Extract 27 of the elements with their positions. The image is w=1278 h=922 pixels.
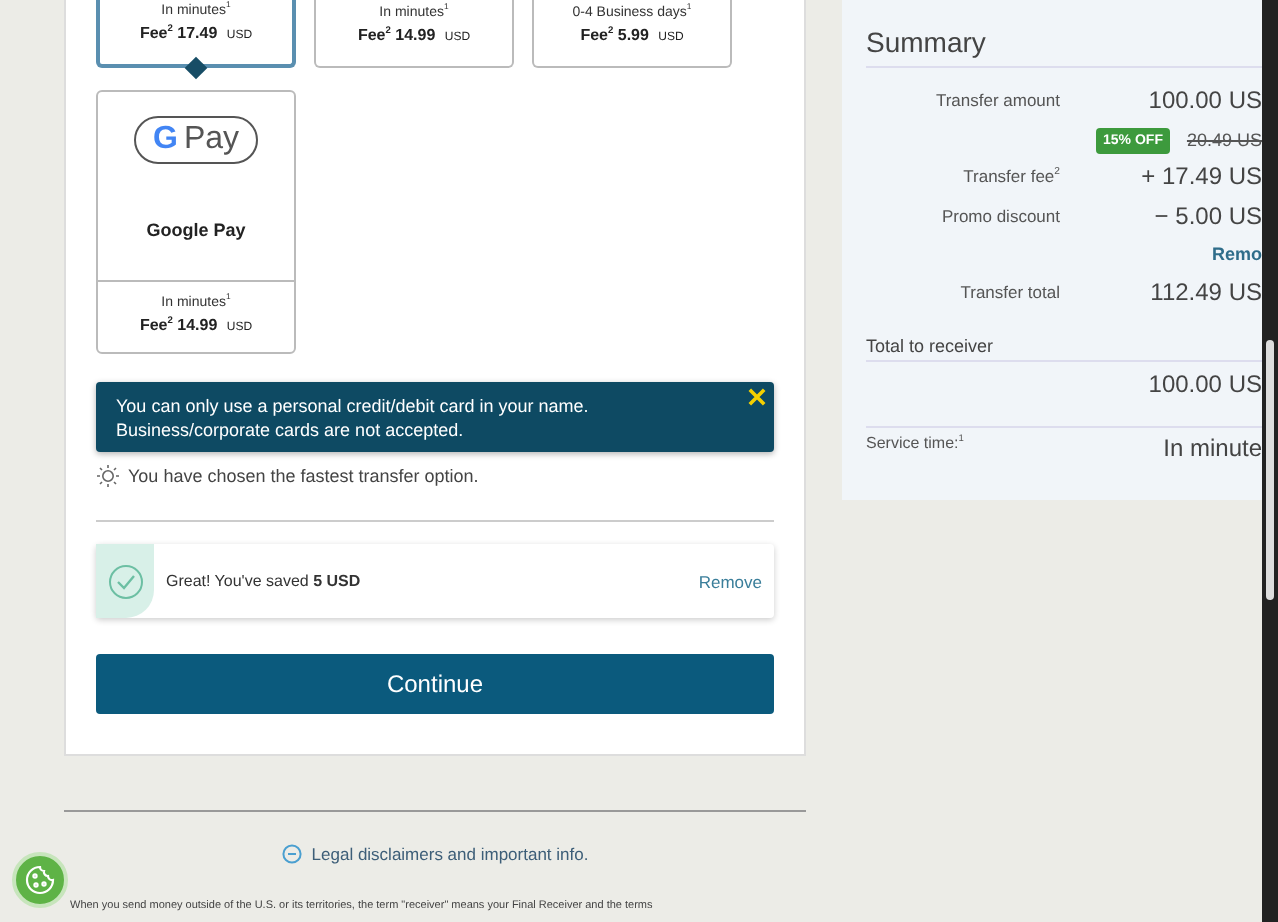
alert-message: You can only use a personal credit/debit card in your name. Business/corporate cards are not accepted. [116,396,589,440]
summary-label: Transfer total [958,282,1060,302]
selected-pointer-icon [184,56,208,80]
promo-message: Great! You've saved 5 USD [166,572,363,590]
service-time-value: In minute [1163,434,1262,462]
close-icon[interactable] [748,388,766,406]
continue-button[interactable]: Continue [96,654,774,714]
summary-label: Transfer fee$^{2}$ [961,166,1060,186]
summary-value: 112.49 US [1148,278,1262,306]
cookie-settings-button[interactable] [12,852,68,908]
receiver-label: Total to receiver [866,336,1262,362]
original-fee: 20.49 US [1186,130,1262,150]
summary-label: Transfer amount [933,90,1060,110]
summary-title: Summary [866,26,1262,68]
summary-value: − 5.00 US [1152,202,1262,230]
remove-link[interactable]: Remo [1211,244,1262,264]
remove-link[interactable]: Remove [698,571,762,591]
check-circle-icon [107,563,143,599]
scrollbar[interactable] [1262,0,1278,922]
legal-disclaimers-link[interactable]: Legal disclaimers and important info. [311,844,589,864]
info-note: You have chosen the fastest transfer option. [128,466,479,486]
wallet-logo: G Pay [134,116,258,164]
summary-label: Promo discount [939,206,1060,226]
cookie-icon [24,864,56,896]
summary-value: 100.00 US [1146,86,1262,114]
wallet-name: Google Pay [146,220,246,240]
summary-value: + 17.49 US [1139,162,1262,190]
